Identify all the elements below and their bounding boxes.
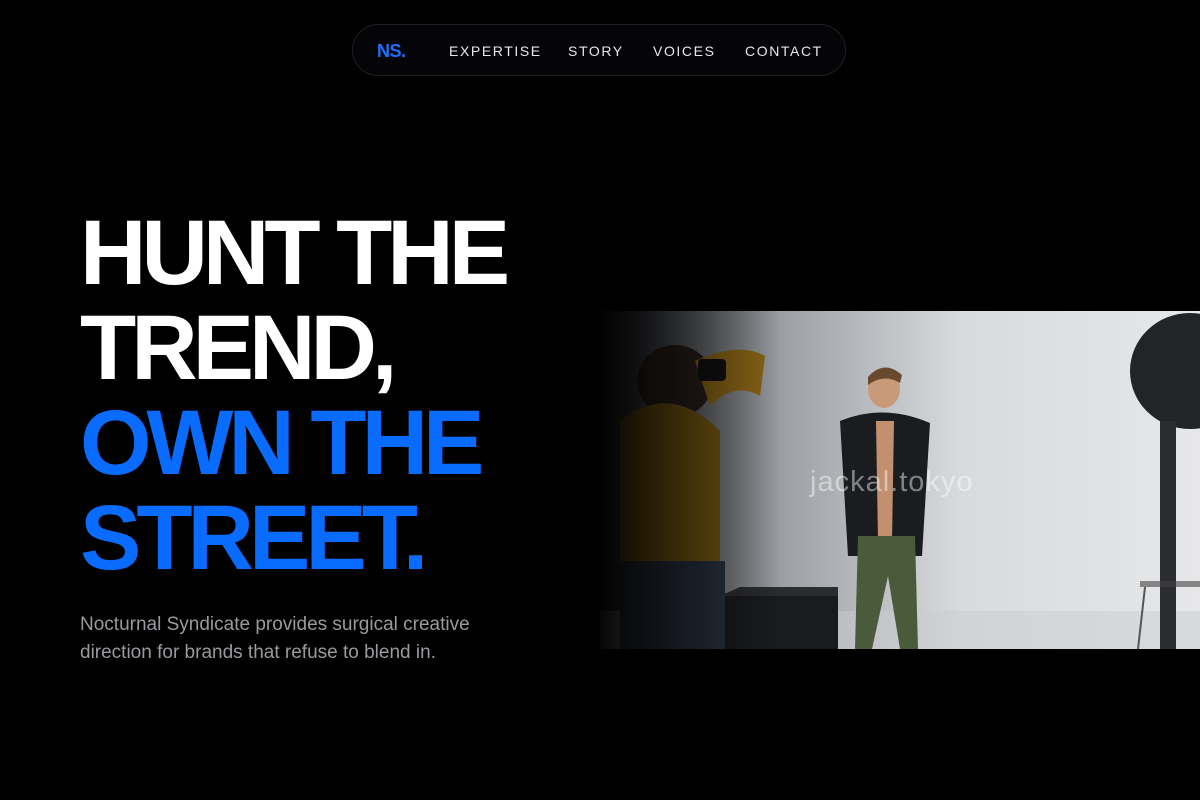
- nav-link-story[interactable]: STORY: [568, 42, 624, 60]
- top-nav: NS. EXPERTISE STORY VOICES CONTACT: [352, 24, 846, 76]
- headline-line-4: STREET.: [80, 487, 428, 589]
- nav-link-contact[interactable]: CONTACT: [745, 42, 823, 60]
- headline-line-1: HUNT THE: [80, 202, 510, 304]
- hero-description: Nocturnal Syndicate provides surgical cr…: [80, 614, 470, 663]
- nav-link-expertise[interactable]: EXPERTISE: [449, 42, 542, 60]
- landing-page: NS. EXPERTISE STORY VOICES CONTACT HUNT …: [0, 0, 1200, 800]
- brand-logo[interactable]: NS.: [377, 40, 406, 62]
- nav-link-voices[interactable]: VOICES: [653, 42, 716, 60]
- photo-left-fade: [600, 311, 780, 649]
- hero-photo: jackal.tokyo: [600, 311, 1200, 649]
- headline-line-3: OWN THE: [80, 392, 484, 494]
- hero-headline: HUNT THE TREND, OWN THE STREET.: [80, 202, 510, 589]
- headline-line-2: TREND,: [80, 297, 397, 399]
- photo-watermark: jackal.tokyo: [810, 466, 974, 498]
